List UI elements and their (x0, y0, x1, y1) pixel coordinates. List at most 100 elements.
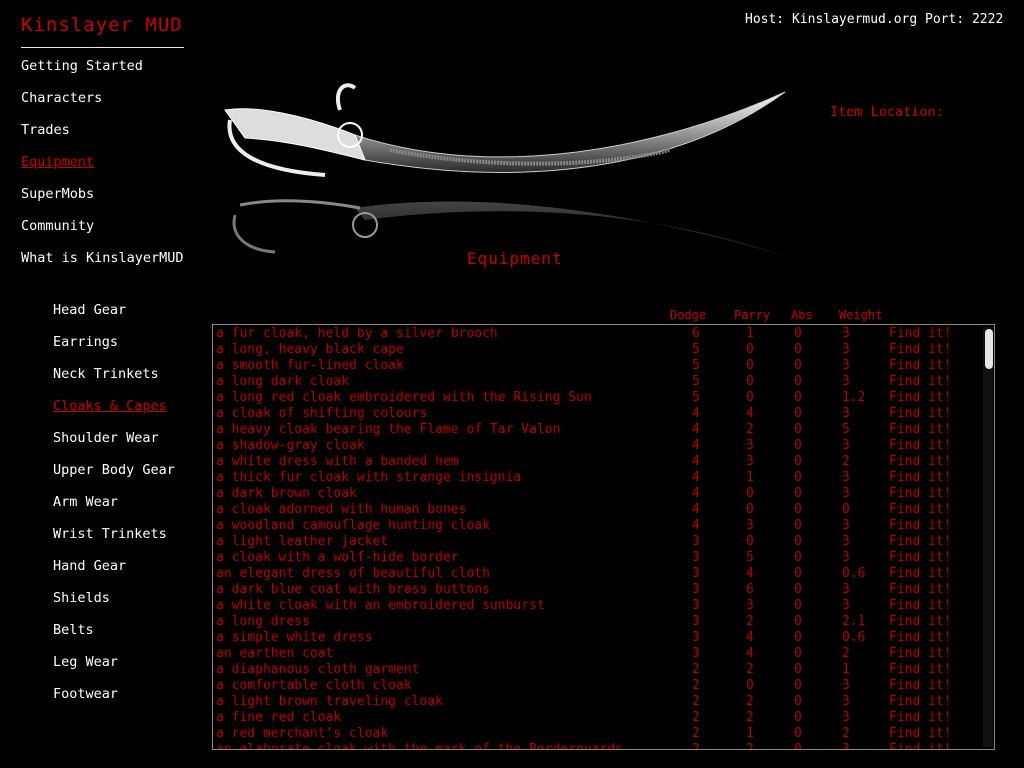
find-it-link[interactable]: Find it! (889, 342, 952, 358)
find-it-link[interactable]: Find it! (889, 550, 952, 566)
dodge-value: 4 (692, 438, 700, 453)
table-row: a cloak of shifting colours 4 4 0 3 Find it! (216, 406, 980, 422)
find-it-link[interactable]: Find it! (889, 534, 952, 550)
subnav-item-wrist-trinkets[interactable]: Wrist Trinkets (53, 526, 175, 558)
dodge-value: 2 (692, 726, 700, 741)
find-it-link[interactable]: Find it! (889, 422, 952, 438)
weight-value: 0 (842, 502, 850, 517)
subnav-item-upper-body-gear[interactable]: Upper Body Gear (53, 462, 175, 494)
item-name: a comfortable cloth cloak (216, 678, 412, 693)
find-it-link[interactable]: Find it! (889, 406, 952, 422)
abs-value: 0 (794, 646, 802, 661)
find-it-link[interactable]: Find it! (889, 502, 952, 518)
subnav-item-head-gear[interactable]: Head Gear (53, 302, 175, 334)
find-it-link[interactable]: Find it! (889, 470, 952, 486)
item-name: a dark brown cloak (216, 486, 357, 501)
nav-item-supermobs[interactable]: SuperMobs (21, 186, 184, 218)
find-it-link[interactable]: Find it! (889, 518, 952, 534)
find-it-link[interactable]: Find it! (889, 486, 952, 502)
parry-value: 6 (746, 582, 754, 597)
subnav-item-shields[interactable]: Shields (53, 590, 175, 622)
abs-value: 0 (794, 358, 802, 373)
find-it-link[interactable]: Find it! (889, 726, 952, 742)
title-underline (21, 47, 184, 48)
subnav-item-hand-gear[interactable]: Hand Gear (53, 558, 175, 590)
parry-value: 0 (746, 390, 754, 405)
column-header-weight: Weight (839, 308, 883, 322)
find-it-link[interactable]: Find it! (889, 630, 952, 646)
nav-item-what-is-kinslayermud[interactable]: What is KinslayerMUD (21, 250, 184, 282)
nav-item-characters[interactable]: Characters (21, 90, 184, 122)
find-it-link[interactable]: Find it! (889, 710, 952, 726)
abs-value: 0 (794, 694, 802, 709)
table-row: a long red cloak embroidered with the Ri… (216, 390, 980, 406)
weight-value: 3 (842, 358, 850, 373)
item-name: a cloak of shifting colours (216, 406, 428, 421)
find-it-link[interactable]: Find it! (889, 326, 952, 342)
dodge-value: 2 (692, 678, 700, 693)
item-name: a cloak adorned with human bones (216, 502, 467, 517)
item-name: a heavy cloak bearing the Flame of Tar V… (216, 422, 561, 437)
scrollbar-thumb[interactable] (985, 329, 993, 369)
parry-value: 4 (746, 406, 754, 421)
subnav-item-shoulder-wear[interactable]: Shoulder Wear (53, 430, 175, 462)
equipment-listbox[interactable]: a fur cloak, held by a silver brooch 6 1 0 3… (212, 324, 995, 750)
find-it-link[interactable]: Find it! (889, 374, 952, 390)
parry-value: 2 (746, 614, 754, 629)
item-name: a white cloak with an embroidered sunbur… (216, 598, 545, 613)
dodge-value: 3 (692, 646, 700, 661)
dodge-value: 4 (692, 518, 700, 533)
find-it-link[interactable]: Find it! (889, 438, 952, 454)
dodge-value: 4 (692, 406, 700, 421)
nav-item-trades[interactable]: Trades (21, 122, 184, 154)
weight-value: 3 (842, 742, 850, 750)
abs-value: 0 (794, 550, 802, 565)
find-it-link[interactable]: Find it! (889, 614, 952, 630)
find-it-link[interactable]: Find it! (889, 358, 952, 374)
item-name: a dark blue coat with brass buttons (216, 582, 490, 597)
item-name: a fur cloak, held by a silver brooch (216, 326, 498, 341)
listbox-scrollbar[interactable] (983, 327, 993, 747)
find-it-link[interactable]: Find it! (889, 454, 952, 470)
table-row: a fur cloak, held by a silver brooch 6 1 0 3… (216, 326, 980, 342)
table-row: a dark blue coat with brass buttons 3 6 0 3 F… (216, 582, 980, 598)
equipment-rows: a fur cloak, held by a silver brooch 6 1 0 3… (216, 326, 980, 750)
abs-value: 0 (794, 342, 802, 357)
nav-item-community[interactable]: Community (21, 218, 184, 250)
item-name: a long dark cloak (216, 374, 350, 389)
nav-item-equipment[interactable]: Equipment (21, 154, 184, 186)
item-name: a woodland camouflage hunting cloak (216, 518, 490, 533)
subnav-item-arm-wear[interactable]: Arm Wear (53, 494, 175, 526)
subnav-item-belts[interactable]: Belts (53, 622, 175, 654)
subnav-item-earrings[interactable]: Earrings (53, 334, 175, 366)
find-it-link[interactable]: Find it! (889, 598, 952, 614)
table-row: a simple white dress 3 4 0 0.6 Find it! (216, 630, 980, 646)
parry-value: 4 (746, 566, 754, 581)
weight-value: 2 (842, 726, 850, 741)
item-name: an elaborate cloak with the mark of the … (216, 742, 623, 750)
find-it-link[interactable]: Find it! (889, 582, 952, 598)
dodge-value: 4 (692, 422, 700, 437)
find-it-link[interactable]: Find it! (889, 742, 952, 749)
table-row: a white cloak with an embroidered sunbur… (216, 598, 980, 614)
subnav-item-cloaks-capes[interactable]: Cloaks & Capes (53, 398, 175, 430)
site-title: Kinslayer MUD (21, 14, 183, 36)
table-row: a woodland camouflage hunting cloak 4 3 0 3 F… (216, 518, 980, 534)
weight-value: 3 (842, 342, 850, 357)
subnav-item-neck-trinkets[interactable]: Neck Trinkets (53, 366, 175, 398)
find-it-link[interactable]: Find it! (889, 566, 952, 582)
weight-value: 2 (842, 454, 850, 469)
subnav-item-leg-wear[interactable]: Leg Wear (53, 654, 175, 686)
nav-item-getting-started[interactable]: Getting Started (21, 58, 184, 90)
table-row: a smooth fur-lined cloak 5 0 0 3 Find it! (216, 358, 980, 374)
abs-value: 0 (794, 678, 802, 693)
dodge-value: 2 (692, 710, 700, 725)
find-it-link[interactable]: Find it! (889, 678, 952, 694)
find-it-link[interactable]: Find it! (889, 390, 952, 406)
find-it-link[interactable]: Find it! (889, 694, 952, 710)
find-it-link[interactable]: Find it! (889, 646, 952, 662)
subnav-item-footwear[interactable]: Footwear (53, 686, 175, 718)
weight-value: 3 (842, 326, 850, 341)
weight-value: 3 (842, 694, 850, 709)
find-it-link[interactable]: Find it! (889, 662, 952, 678)
